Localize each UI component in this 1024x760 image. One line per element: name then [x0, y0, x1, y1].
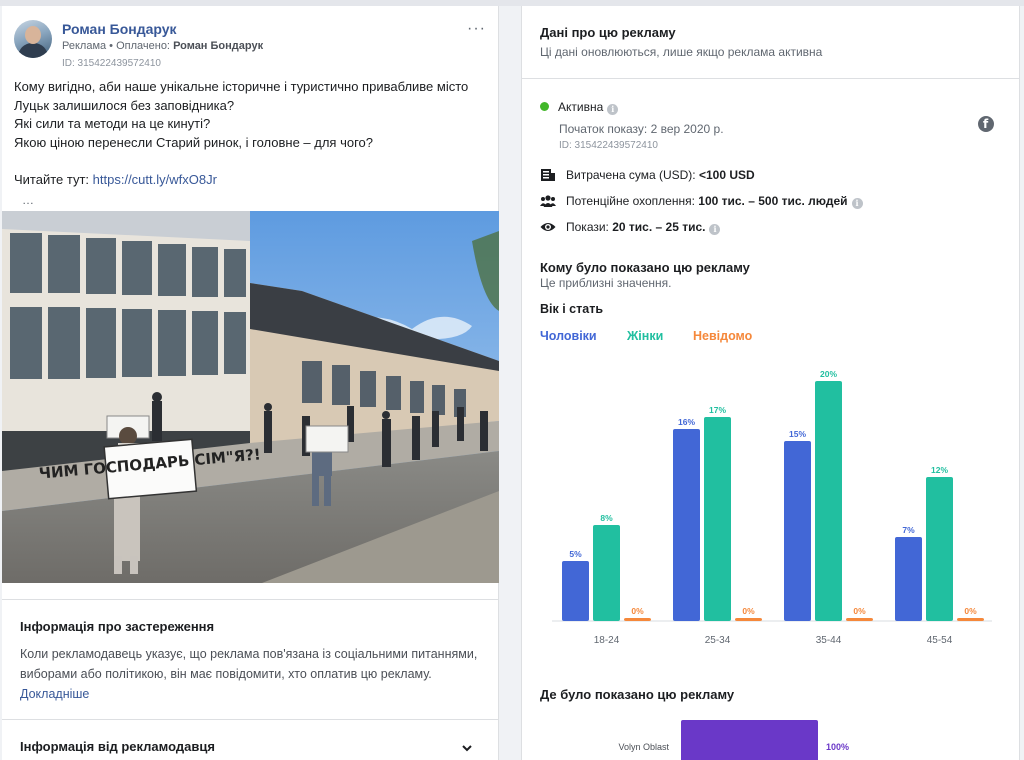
impressions-value: 20 тис. – 25 тис.: [612, 220, 706, 234]
disclaimer-section: Інформація про застереження Коли рекламо…: [2, 599, 499, 719]
read-more-line: Читайте тут: https://cutt.ly/wfxO8Jr: [14, 171, 492, 190]
post-line: Луцьк залишилося без заповідника?: [14, 97, 235, 113]
learn-more-link[interactable]: Докладніше: [20, 687, 89, 701]
spent-value: <100 USD: [698, 168, 755, 182]
region-value-label: 100%: [826, 742, 849, 752]
bar-value-label: 17%: [709, 405, 726, 415]
info-icon[interactable]: i: [851, 198, 863, 209]
bar-Невідомо-35-44[interactable]: [846, 618, 873, 621]
age-gender-title: Вік і стать: [540, 302, 604, 316]
more-icon[interactable]: ···: [467, 20, 486, 38]
region-bar[interactable]: [681, 720, 818, 760]
legend-unknown[interactable]: Невідомо: [693, 329, 752, 343]
bar-value-label: 8%: [600, 513, 613, 523]
post-link[interactable]: https://cutt.ly/wfxO8Jr: [93, 172, 217, 187]
disclaimer-text: Коли рекламодавець указує, що реклама по…: [20, 647, 478, 681]
post-line: Якою ціною перенесли Старий ринок, і гол…: [14, 134, 373, 150]
bar-value-label: 16%: [678, 417, 695, 427]
bar-Невідомо-45-54[interactable]: [957, 618, 984, 621]
active-status-dot: [540, 102, 549, 111]
age-gender-chart-svg: 5% 8% 0% 18-24 16% 17% 0% 25-34 15% 20% 0% 35-44 7% 1…: [552, 369, 992, 646]
start-date: Початок показу: 2 вер 2020 р.: [559, 122, 724, 136]
ad-data-header: Дані про цю рекламу Ці дані оновлюються,…: [522, 6, 1019, 79]
ad-id: ID: 315422439572410: [559, 140, 658, 151]
spent-label: Витрачена сума (USD):: [566, 168, 696, 182]
bar-value-label: 20%: [820, 369, 837, 379]
post-text: Кому вигідно, аби наше унікальне історич…: [14, 78, 492, 189]
disclaimer-title: Інформація про застереження: [20, 619, 215, 634]
region-chart-svg: Volyn Oblast 100%: [618, 720, 849, 760]
post-line: Кому вигідно, аби наше унікальне історич…: [14, 79, 469, 94]
x-tick-label: 35-44: [816, 635, 842, 646]
x-tick-label: 45-54: [927, 635, 953, 646]
bar-Жінки-18-24[interactable]: [593, 525, 620, 621]
where-title: Де було показано цю рекламу: [540, 687, 735, 702]
bar-value-label: 15%: [789, 429, 806, 439]
status-label: Активна: [558, 100, 604, 114]
ad-data-subtitle: Ці дані оновлюються, лише якщо реклама а…: [540, 45, 823, 59]
legend-men[interactable]: Чоловіки: [540, 329, 597, 343]
bar-Чоловіки-18-24[interactable]: [562, 561, 589, 621]
ad-data-title: Дані про цю рекламу: [540, 25, 676, 40]
post-id: ID: 315422439572410: [62, 58, 161, 69]
advertiser-info-title: Інформація від рекламодавця: [20, 739, 215, 754]
eye-icon: [540, 223, 556, 231]
ad-post-card: Роман Бондарук Реклама • Оплачено: Роман…: [2, 6, 499, 760]
reach-label: Потенційне охоплення:: [566, 194, 695, 208]
bar-value-label: 0%: [853, 606, 866, 616]
info-icon[interactable]: i: [709, 224, 721, 235]
bar-value-label: 0%: [631, 606, 644, 616]
chevron-down-icon[interactable]: [461, 742, 473, 754]
x-tick-label: 25-34: [705, 635, 731, 646]
post-header: Роман Бондарук Реклама • Оплачено: Роман…: [14, 18, 492, 69]
age-gender-chart: 5% 8% 0% 18-24 16% 17% 0% 25-34 15% 20% 0% 35-44 7% 1…: [522, 356, 1019, 656]
bar-value-label: 12%: [931, 465, 948, 475]
sponsored-label: Реклама • Оплачено:: [62, 40, 174, 52]
impressions-label: Покази:: [566, 220, 609, 234]
info-icon[interactable]: i: [607, 104, 619, 115]
author-name[interactable]: Роман Бондарук: [62, 21, 177, 37]
legend-women[interactable]: Жінки: [627, 329, 663, 343]
payer-name: Роман Бондарук: [173, 40, 264, 52]
bar-Жінки-45-54[interactable]: [926, 477, 953, 621]
bar-Невідомо-18-24[interactable]: [624, 618, 651, 621]
region-label: Volyn Oblast: [618, 742, 669, 752]
reach-value: 100 тис. – 500 тис. людей: [698, 194, 848, 208]
post-line: Які сили та методи на це кинуті?: [14, 116, 211, 131]
bar-Чоловіки-25-34[interactable]: [673, 429, 700, 621]
bar-Невідомо-25-34[interactable]: [735, 618, 762, 621]
bar-value-label: 7%: [902, 525, 915, 535]
audience-title: Кому було показано цю рекламу: [540, 260, 750, 275]
disclaimer-body: Коли рекламодавець указує, що реклама по…: [20, 644, 480, 704]
bar-value-label: 0%: [964, 606, 977, 616]
bar-Чоловіки-45-54[interactable]: [895, 537, 922, 621]
read-prefix: Читайте тут:: [14, 171, 93, 187]
region-chart: Volyn Oblast 100%: [522, 706, 1019, 760]
bar-Жінки-35-44[interactable]: [815, 381, 842, 621]
see-more-ellipsis[interactable]: …: [22, 193, 34, 207]
ad-data-card: Дані про цю рекламу Ці дані оновлюються,…: [521, 6, 1020, 760]
bar-Чоловіки-35-44[interactable]: [784, 441, 811, 621]
bar-value-label: 0%: [742, 606, 755, 616]
avatar[interactable]: [14, 20, 52, 58]
post-photo[interactable]: ЧИМ ГОСПОДАРЬ СІМ"Я?!: [2, 211, 499, 583]
advertiser-info-section[interactable]: Інформація від рекламодавця: [2, 719, 499, 760]
money-icon: [541, 169, 555, 181]
sponsored-line: Реклама • Оплачено: Роман Бондарук: [62, 40, 263, 52]
x-tick-label: 18-24: [594, 635, 620, 646]
audience-subtitle: Це приблизні значення.: [540, 276, 672, 290]
bar-Жінки-25-34[interactable]: [704, 417, 731, 621]
facebook-icon: f: [978, 116, 994, 132]
people-icon: [540, 195, 556, 207]
bar-value-label: 5%: [569, 549, 582, 559]
